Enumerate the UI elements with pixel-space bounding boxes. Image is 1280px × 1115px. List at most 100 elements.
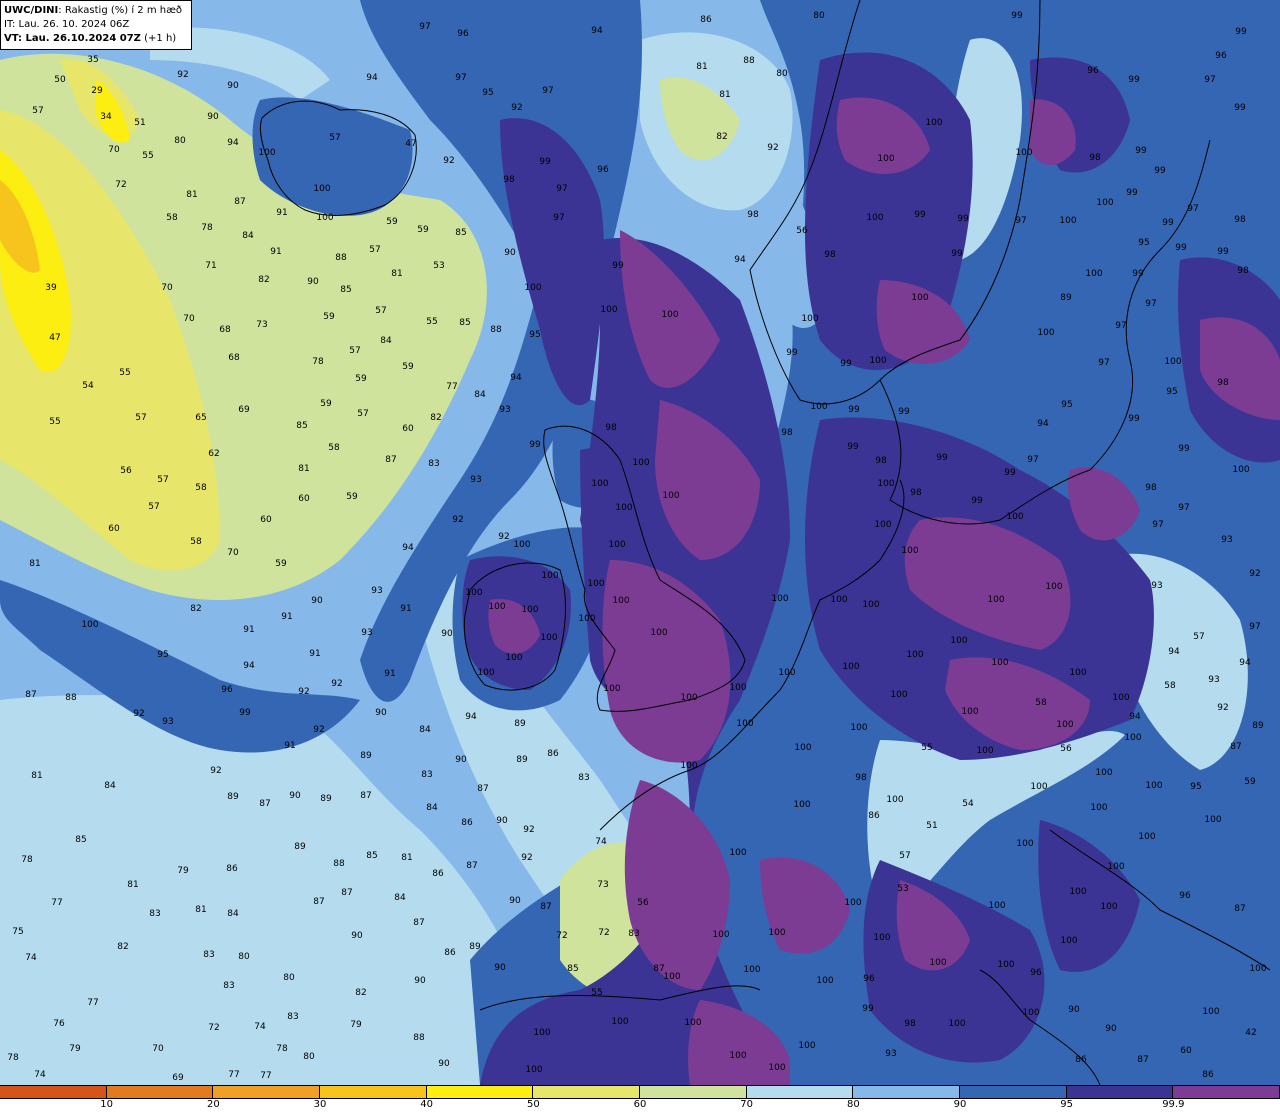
value-label: 60	[1180, 1046, 1192, 1056]
value-label: 81	[31, 771, 42, 781]
value-label: 83	[428, 459, 439, 469]
value-label: 85	[340, 285, 351, 295]
value-label: 84	[104, 781, 116, 791]
value-label: 100	[877, 479, 894, 489]
value-label: 100	[1107, 862, 1124, 872]
value-label: 96	[1030, 968, 1042, 978]
value-label: 56	[1060, 744, 1072, 754]
value-label: 98	[747, 210, 759, 220]
value-label: 78	[21, 855, 33, 865]
value-label: 57	[375, 306, 386, 316]
value-label: 100	[615, 503, 632, 513]
value-label: 93	[885, 1049, 896, 1059]
value-label: 92	[523, 825, 534, 835]
value-label: 39	[45, 283, 57, 293]
value-label: 99	[862, 1004, 874, 1014]
value-label: 87	[466, 861, 477, 871]
value-label: 99	[1234, 103, 1246, 113]
value-label: 82	[716, 132, 727, 142]
value-label: 92	[521, 853, 532, 863]
value-label: 57	[32, 106, 43, 116]
value-label: 90	[504, 248, 516, 258]
value-label: 92	[1217, 703, 1228, 713]
value-label: 90	[1105, 1024, 1117, 1034]
value-label: 92	[1249, 569, 1260, 579]
value-label: 99	[936, 453, 948, 463]
value-label: 100	[890, 690, 907, 700]
value-label: 100	[525, 1065, 542, 1075]
value-label: 90	[227, 81, 239, 91]
value-label: 96	[1215, 51, 1227, 61]
value-label: 100	[950, 636, 967, 646]
value-label: 100	[632, 458, 649, 468]
value-label: 72	[208, 1023, 219, 1033]
value-label: 86	[547, 749, 559, 759]
value-label: 70	[227, 548, 239, 558]
forecast-offset: (+1 h)	[140, 33, 177, 44]
value-label: 92	[298, 687, 309, 697]
value-label: 83	[628, 929, 639, 939]
value-label: 92	[177, 70, 188, 80]
value-label: 100	[1204, 815, 1221, 825]
value-label: 100	[768, 928, 785, 938]
value-label: 55	[591, 988, 602, 998]
value-label: 84	[426, 803, 438, 813]
value-label: 100	[729, 1051, 746, 1061]
value-label: 75	[12, 927, 23, 937]
value-label: 100	[794, 743, 811, 753]
value-label: 87	[1137, 1055, 1148, 1065]
legend-swatch	[639, 1086, 747, 1098]
value-label: 100	[929, 958, 946, 968]
value-label: 100	[521, 605, 538, 615]
value-label: 100	[578, 614, 595, 624]
value-label: 77	[228, 1070, 239, 1080]
value-label: 89	[514, 719, 526, 729]
legend-tick-label: 30	[313, 1099, 327, 1110]
value-label: 94	[1129, 712, 1141, 722]
value-label: 100	[524, 283, 541, 293]
value-label: 100	[712, 930, 729, 940]
value-label: 100	[1060, 936, 1077, 946]
value-label: 94	[243, 661, 255, 671]
value-label: 47	[49, 333, 60, 343]
value-label: 97	[542, 86, 553, 96]
value-label: 100	[1096, 198, 1113, 208]
value-label: 100	[258, 148, 275, 158]
legend-swatch	[106, 1086, 214, 1098]
legend-swatch	[853, 1086, 960, 1098]
value-label: 92	[331, 679, 342, 689]
value-label: 55	[426, 317, 437, 327]
value-label: 55	[921, 743, 932, 753]
value-label: 68	[219, 325, 231, 335]
map-title: : Rakastig (%) í 2 m hæð	[58, 5, 183, 16]
value-label: 100	[948, 1019, 965, 1029]
value-label: 100	[877, 154, 894, 164]
value-label: 87	[1234, 904, 1245, 914]
value-label: 93	[499, 405, 510, 415]
value-label: 100	[611, 1017, 628, 1027]
value-label: 94	[510, 373, 522, 383]
value-label: 69	[172, 1073, 184, 1083]
value-label: 89	[227, 792, 239, 802]
legend-swatch	[426, 1086, 534, 1098]
value-label: 98	[781, 428, 793, 438]
value-label: 57	[1193, 632, 1204, 642]
value-label: 94	[1037, 419, 1049, 429]
value-label: 98	[855, 773, 867, 783]
value-label: 55	[119, 368, 130, 378]
value-label: 87	[25, 690, 36, 700]
value-label: 99	[898, 407, 910, 417]
map-viewer: 35 50 29 57 34 51 70 55 72 58 39 47 54 55 55 57 65 69 62 56…	[0, 0, 1280, 1115]
value-label: 81	[719, 90, 730, 100]
value-label: 97	[1027, 455, 1038, 465]
value-label: 96	[1179, 891, 1191, 901]
value-label: 97	[419, 22, 430, 32]
value-label: 57	[135, 413, 146, 423]
value-label: 74	[254, 1022, 266, 1032]
value-label: 100	[1006, 512, 1023, 522]
color-legend: 10 20 30 40 50 60 70 80 90 95 99.9	[0, 1085, 1280, 1115]
value-label: 91	[384, 669, 395, 679]
value-label: 89	[360, 751, 372, 761]
value-label: 100	[961, 707, 978, 717]
value-label: 90	[494, 963, 506, 973]
